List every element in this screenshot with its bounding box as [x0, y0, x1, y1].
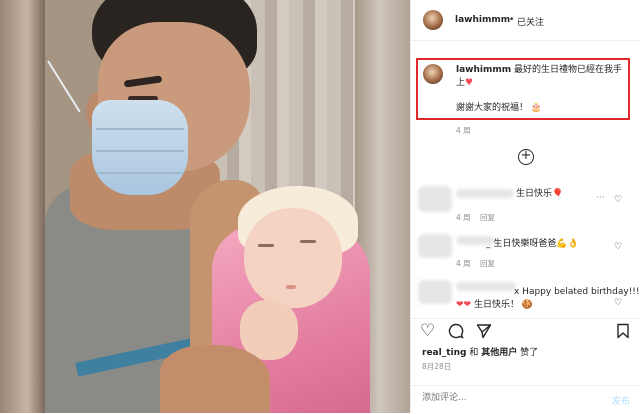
cake-emoji: 🎂 [530, 103, 543, 113]
cookie-emoji: 🍪 [521, 300, 534, 310]
comment-text: _ 生日快樂呀爸爸💪👌 [486, 238, 579, 250]
likes-and: 和 [469, 348, 479, 358]
post-header: lawhimmm • 已关注 [411, 0, 640, 41]
caption-time: 4 周 [456, 126, 471, 135]
comment-avatar-blurred[interactable] [418, 280, 452, 304]
photo-baby-eye [300, 240, 316, 243]
heart-emoji: ♥ [465, 78, 474, 88]
add-comment-bar: 发布 [410, 385, 640, 414]
comment-like-heart-icon[interactable]: ♡ [614, 298, 622, 308]
balloon-emoji: 🎈 [552, 189, 564, 199]
comment-icon[interactable] [448, 323, 464, 343]
reply-link[interactable]: 回复 [480, 258, 495, 269]
comment-text: 生日快乐🎈 [516, 188, 563, 200]
comment-like-heart-icon[interactable]: ♡ [614, 195, 622, 205]
caption-avatar[interactable] [423, 64, 443, 84]
comment-time: 4 周 [456, 213, 471, 222]
comment-avatar-blurred[interactable] [418, 186, 452, 212]
photo-mask-fold [96, 128, 184, 130]
photo-baby-mouth [286, 285, 296, 289]
comment-input[interactable] [420, 392, 604, 404]
photo-face-mask [92, 100, 188, 195]
share-icon[interactable] [476, 323, 492, 343]
reply-link[interactable]: 回复 [480, 212, 495, 223]
photo-mask-fold [96, 150, 184, 152]
caption-line2: 謝謝大家的祝福！ [456, 103, 529, 113]
follow-status[interactable]: 已关注 [517, 15, 544, 28]
comment-time: 4 周 [456, 259, 471, 268]
action-bar: ♡ [410, 318, 640, 343]
photo-blur-left [0, 0, 45, 413]
photo-baby-face [244, 208, 342, 308]
bookmark-icon[interactable] [616, 323, 630, 343]
comment-body: _ 生日快樂呀爸爸 [486, 239, 557, 249]
comment-body: 生日快乐 [516, 189, 553, 199]
caption-username[interactable]: lawhimmm [456, 65, 511, 75]
comment-text-line2: ❤❤ 生日快乐！ 🍪 [456, 299, 533, 311]
author-username[interactable]: lawhimmm [455, 15, 510, 25]
separator-dot: • [509, 15, 515, 25]
comment-body: x Happy belated birthday!!! [514, 287, 640, 297]
more-icon[interactable]: ··· [596, 193, 605, 203]
likes-suffix: 赞了 [520, 348, 539, 358]
photo-dad-hand [160, 345, 270, 413]
muscle-ok-emoji: 💪👌 [556, 239, 579, 249]
comment-username-blurred[interactable] [456, 282, 516, 291]
comment-like-heart-icon[interactable]: ♡ [614, 242, 622, 252]
caption-thanks: 謝謝大家的祝福！ 🎂 [456, 100, 542, 113]
post-date: 8月28日 [422, 362, 452, 371]
post-comment-button[interactable]: 发布 [612, 394, 630, 407]
liker-username[interactable]: real_ting [422, 348, 466, 358]
author-avatar[interactable] [423, 10, 443, 30]
post-photo[interactable] [0, 0, 410, 413]
comment-body: 生日快乐！ [473, 300, 519, 310]
likes-summary: real_ting 和 其他用户 赞了 [422, 345, 538, 358]
comment-avatar-blurred[interactable] [418, 234, 452, 258]
caption-text: lawhimmm 最好的生日禮物已經在我手上♥ [456, 64, 628, 90]
add-circle-icon[interactable]: + [518, 149, 534, 165]
heart-emojis: ❤❤ [456, 300, 472, 310]
other-likers-link[interactable]: 其他用户 [481, 348, 517, 358]
photo-baby-hand [240, 300, 298, 360]
photo-baby-eye [258, 244, 274, 247]
photo-mask-fold [96, 172, 184, 174]
heart-icon[interactable]: ♡ [420, 323, 435, 340]
comment-username-blurred[interactable] [456, 189, 514, 198]
comment-text: x Happy belated birthday!!! [514, 286, 640, 298]
